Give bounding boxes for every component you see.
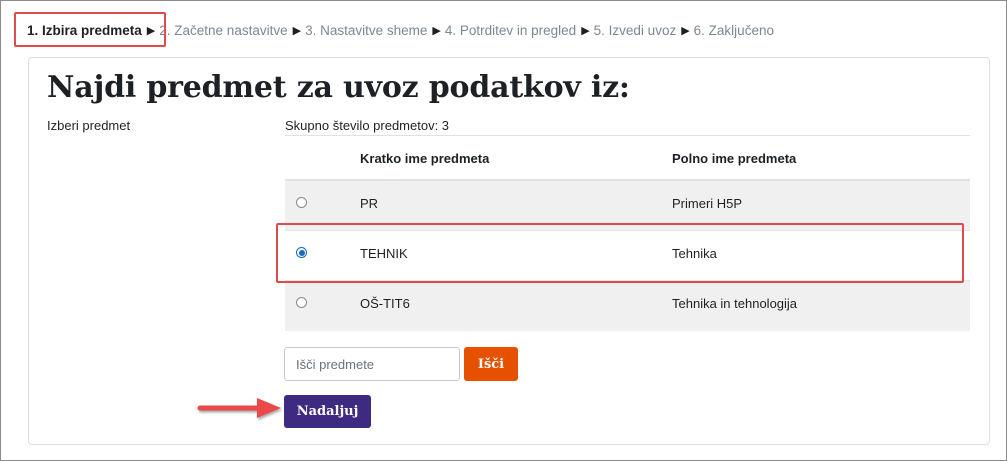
step-4: 4. Potrditev in pregled [444,22,577,38]
continue-button[interactable]: Nadaljuj [284,395,371,428]
step-separator-icon: ▶ [292,24,302,37]
search-button[interactable]: Išči [464,347,518,381]
radio-button[interactable] [296,197,307,208]
course-full-name: Tehnika in tehnologija [672,296,798,311]
step-separator-icon: ▶ [681,24,690,37]
table-row[interactable]: OŠ-TIT6 Tehnika in tehnologija [285,281,970,331]
step-separator-icon: ▶ [581,24,590,37]
step-6: 6. Zaključeno [693,22,774,38]
course-count: Skupno število predmetov: 3 [285,118,450,133]
highlight-box-selected-row [276,223,964,283]
course-short-name: OŠ-TIT6 [360,296,410,311]
step-5: 5. Izvedi uvoz [593,22,677,38]
radio-button[interactable] [296,297,307,308]
column-header-full-name: Polno ime predmeta [672,151,797,166]
column-header-short-name: Kratko ime predmeta [360,151,490,166]
course-full-name: Primeri H5P [672,196,743,211]
step-separator-icon: ▶ [432,24,441,37]
annotation-arrow-icon [197,398,281,418]
select-course-label: Izberi predmet [47,118,131,133]
highlight-box-current-step [14,12,166,47]
course-short-name: PR [360,196,379,211]
divider [285,135,970,136]
search-input[interactable] [284,347,460,381]
step-3: 3. Nastavitve sheme [305,22,428,38]
page-title: Najdi predmet za uvoz podatkov iz: [47,70,630,105]
step-2: 2. Začetne nastavitve [159,22,288,38]
